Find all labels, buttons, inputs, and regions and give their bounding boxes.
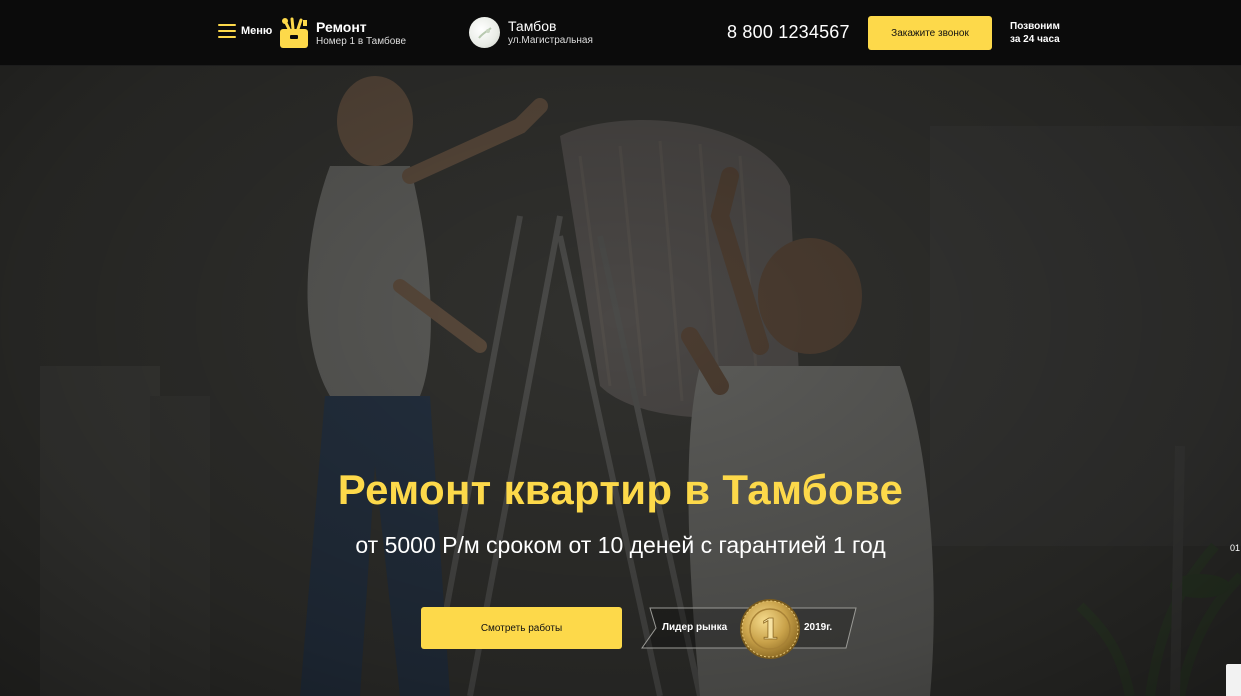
order-call-button[interactable]: Закажите звонок: [868, 16, 992, 50]
view-works-button[interactable]: Смотреть работы: [421, 607, 622, 649]
callback-line-2: за 24 часа: [1010, 34, 1060, 45]
logo-title: Ремонт: [316, 18, 367, 35]
site-logo[interactable]: Ремонт Номер 1 в Тамбове: [279, 17, 406, 49]
leader-year: 2019г.: [804, 622, 833, 633]
phone-number[interactable]: 8 800 1234567: [727, 22, 850, 43]
city-address: ул.Магистральная: [508, 35, 593, 46]
corner-widget[interactable]: [1226, 664, 1241, 696]
gold-medal-icon: 1: [739, 598, 801, 660]
hero-subtitle: от 5000 Р/м сроком от 10 деней с гаранти…: [355, 532, 886, 558]
slide-number: 01: [1230, 543, 1241, 553]
market-leader-badge: Лидер рынка 1 2019г.: [640, 596, 860, 660]
callback-line-1: Позвоним: [1010, 21, 1060, 32]
logo-toolbox-icon: [279, 17, 309, 49]
hero-title: Ремонт квартир в Тамбове: [337, 466, 904, 513]
leader-label: Лидер рынка: [662, 622, 728, 633]
callback-note: Позвоним за 24 часа: [1010, 20, 1080, 46]
hero-background: [0, 66, 1241, 696]
menu-toggle[interactable]: Меню: [218, 24, 272, 38]
site-header: Меню Ремонт Номер 1 в Тамбове Тамбов ул.…: [0, 0, 1241, 66]
logo-subtitle: Номер 1 в Тамбове: [316, 35, 407, 47]
city-name: Тамбов: [508, 18, 557, 34]
menu-icon: [218, 24, 236, 38]
city-selector[interactable]: Тамбов ул.Магистральная: [469, 17, 593, 48]
city-emblem-icon: [469, 17, 500, 48]
medal-number: 1: [760, 613, 779, 646]
menu-label: Меню: [241, 25, 273, 37]
